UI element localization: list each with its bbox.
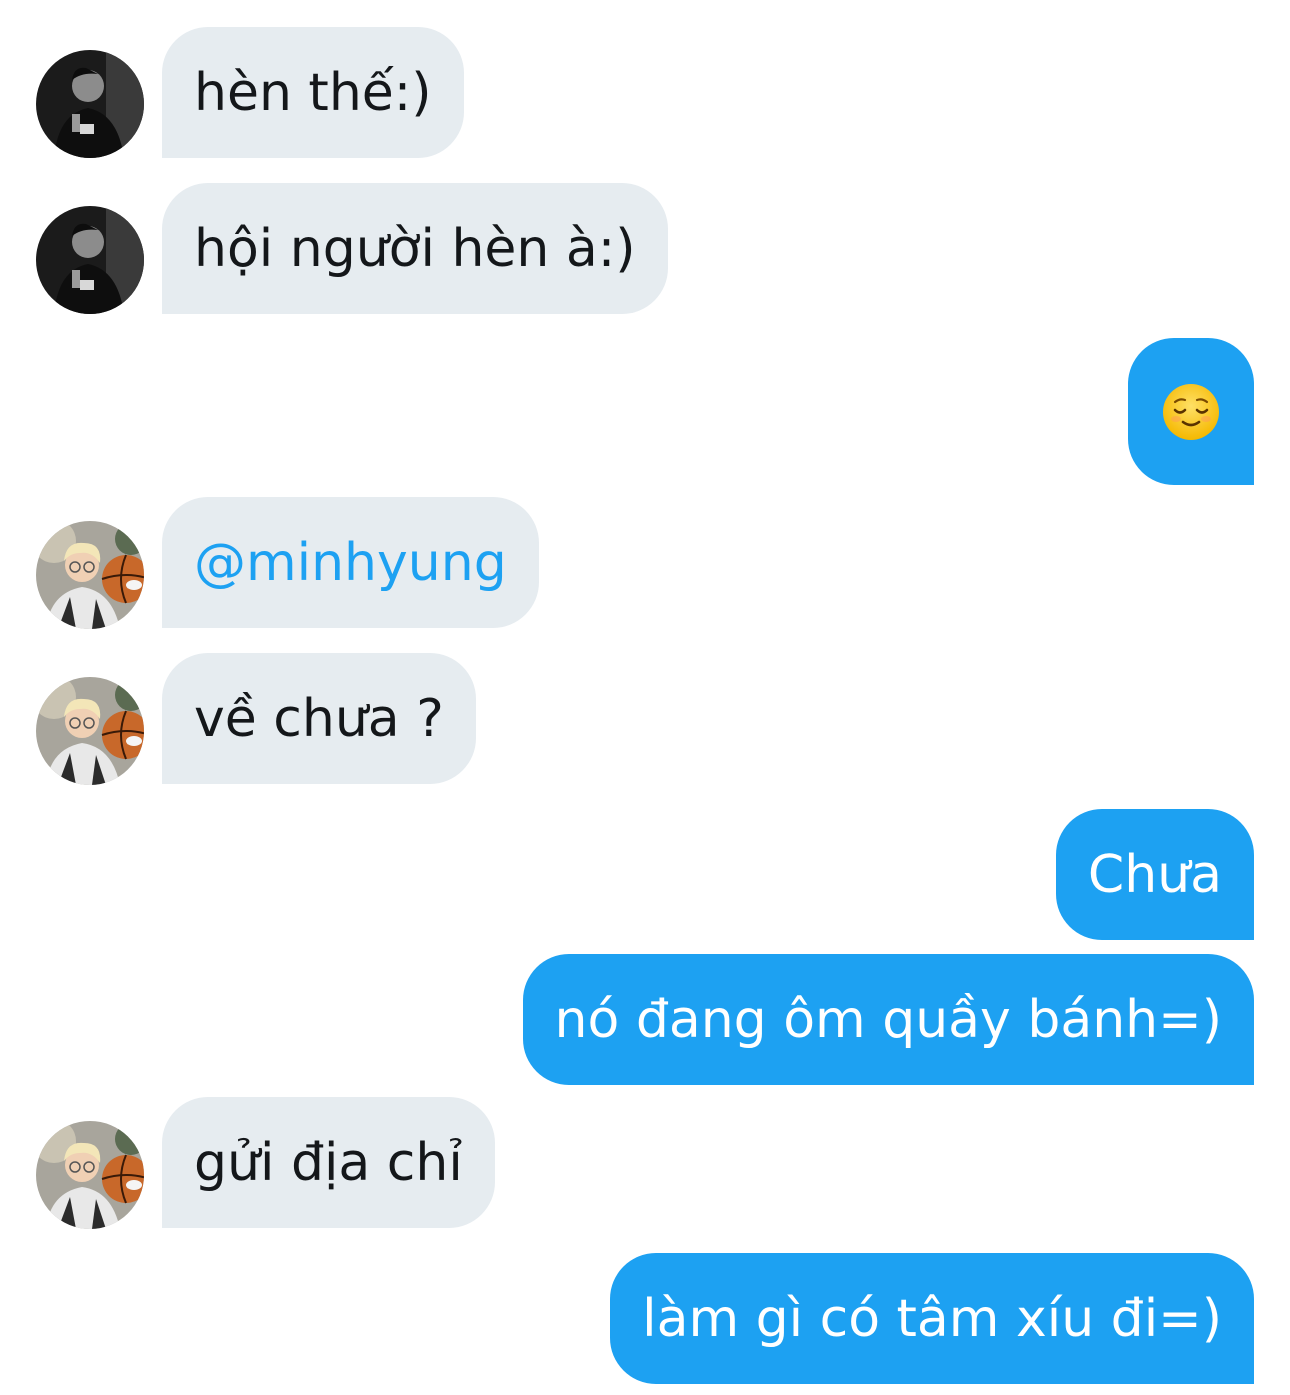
sender-avatar[interactable] <box>36 521 144 629</box>
message-bubble-incoming[interactable]: @minhyung <box>162 497 539 628</box>
avatar-dark-jersey-icon <box>36 50 144 158</box>
message-bubble-outgoing[interactable] <box>1128 338 1254 485</box>
relieved-face-emoji-icon <box>1163 383 1219 440</box>
message-text: về chưa ? <box>194 688 444 749</box>
message-text: Chưa <box>1087 844 1222 905</box>
message-bubble-outgoing[interactable]: làm gì có tâm xíu đi=) <box>610 1253 1254 1384</box>
message-bubble-incoming[interactable]: hội người hèn à:) <box>162 183 668 314</box>
message-text: gửi địa chỉ <box>194 1132 463 1193</box>
message-bubble-incoming[interactable]: hèn thế:) <box>162 27 464 158</box>
message-bubble-incoming[interactable]: về chưa ? <box>162 653 476 784</box>
avatar-blond-basketball-icon <box>36 521 144 629</box>
message-text: hội người hèn à:) <box>194 218 636 279</box>
avatar-blond-basketball-icon <box>36 677 144 785</box>
sender-avatar[interactable] <box>36 677 144 785</box>
mention-link[interactable]: @minhyung <box>194 537 507 589</box>
message-text: làm gì có tâm xíu đi=) <box>642 1288 1222 1349</box>
message-bubble-outgoing[interactable]: nó đang ôm quầy bánh=) <box>522 954 1254 1085</box>
message-bubble-outgoing[interactable]: Chưa <box>1055 809 1254 940</box>
sender-avatar[interactable] <box>36 1121 144 1229</box>
message-bubble-incoming[interactable]: gửi địa chỉ <box>162 1097 495 1228</box>
avatar-blond-basketball-icon <box>36 1121 144 1229</box>
sender-avatar[interactable] <box>36 50 144 158</box>
message-text: hèn thế:) <box>194 62 432 123</box>
sender-avatar[interactable] <box>36 206 144 314</box>
message-text: nó đang ôm quầy bánh=) <box>554 989 1222 1050</box>
avatar-dark-jersey-icon <box>36 206 144 314</box>
